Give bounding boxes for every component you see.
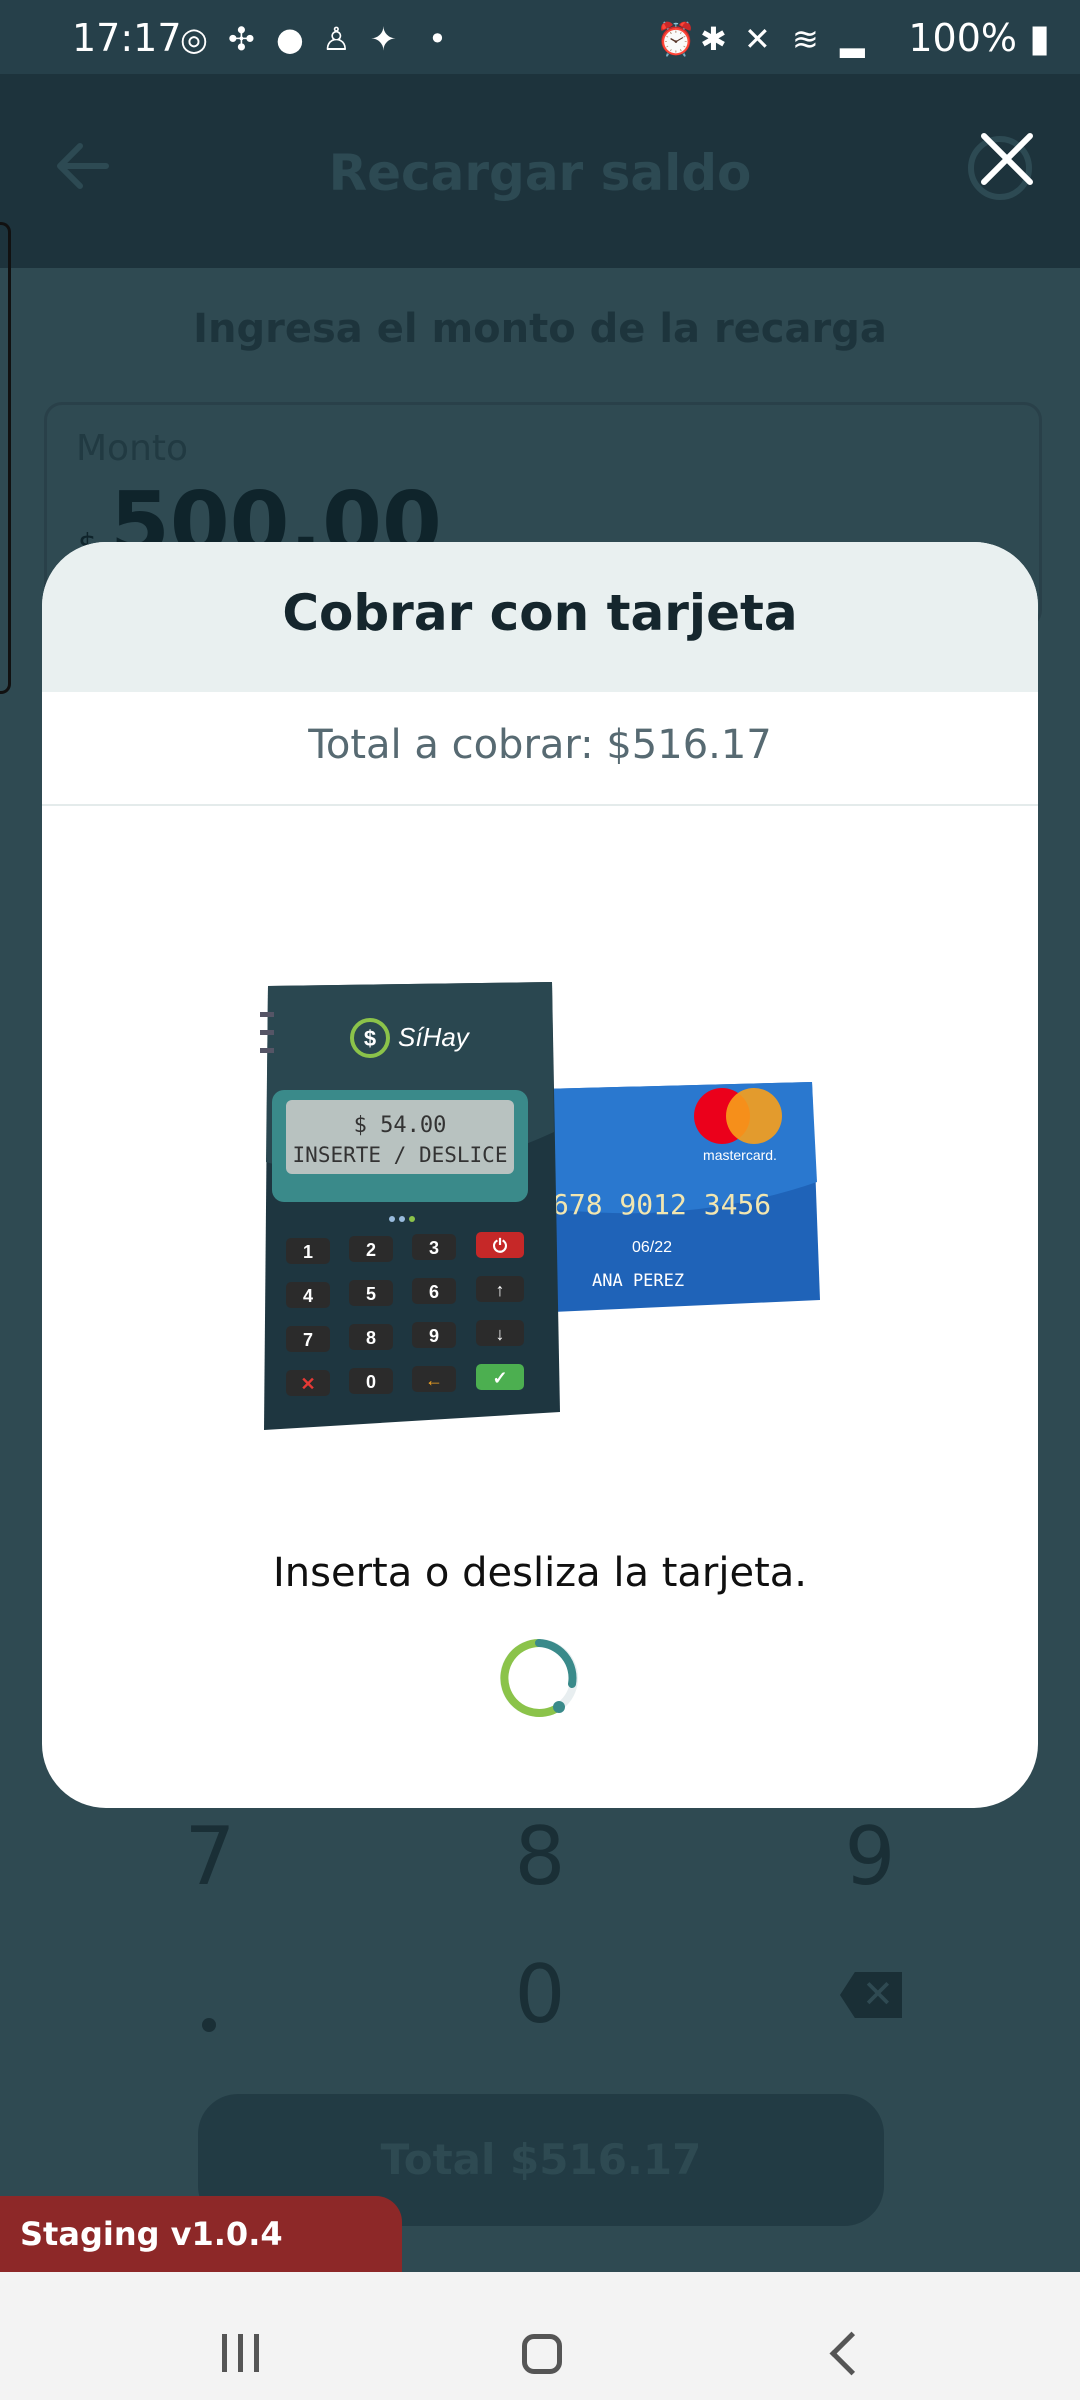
card-terminal-illustration: mastercard. 678 9012 3456 06/22 ANA PERE…	[260, 982, 820, 1430]
keypad-key-7[interactable]: 7	[150, 1810, 270, 1903]
terminal-key-3: 3	[429, 1238, 439, 1258]
loading-spinner	[500, 1639, 578, 1717]
terminal-key-8: 8	[366, 1328, 376, 1348]
card-terminal-graphic: $ SíHay $ 54.00 INSERTE / DESLICE 1 2 3 …	[260, 982, 560, 1430]
snapchat-icon: ♙	[322, 20, 351, 58]
modal-title: Cobrar con tarjeta	[282, 584, 798, 642]
close-icon[interactable]	[974, 126, 1040, 192]
card-expiry: 06/22	[632, 1239, 672, 1256]
divider	[42, 804, 1038, 806]
card-payment-modal: Cobrar con tarjeta Total a cobrar: $516.…	[42, 542, 1038, 1808]
insert-card-message: Inserta o desliza la tarjeta.	[272, 1550, 808, 1596]
terminal-brand: SíHay	[398, 1022, 471, 1052]
svg-text:$: $	[364, 1026, 376, 1051]
side-edge-handle	[0, 222, 11, 694]
staging-badge: Staging v1.0.4 #4194314	[0, 2196, 402, 2329]
terminal-key-6: 6	[429, 1282, 439, 1302]
status-time: 17:17	[72, 16, 182, 60]
status-bar: 17:17 ◎ ✣ ● ♙ ✦ • ⏰ ✱ ✕ ≋ ▂ 100% ▮	[0, 0, 1080, 74]
back-nav-icon[interactable]	[829, 2331, 874, 2376]
terminal-key-9: 9	[429, 1326, 439, 1346]
terminal-key-7: 7	[303, 1330, 313, 1350]
recent-apps-icon[interactable]	[222, 2334, 270, 2376]
svg-text:✓: ✓	[492, 1368, 507, 1388]
backspace-x-glyph: ✕	[862, 1972, 894, 2016]
amount-instruction: Ingresa el monto de la recarga	[193, 306, 887, 352]
home-icon[interactable]	[522, 2334, 562, 2374]
svg-text:↑: ↑	[496, 1280, 505, 1300]
svg-text:⏻: ⏻	[493, 1236, 508, 1256]
keypad-key-0[interactable]: 0	[480, 1948, 600, 2041]
bluetooth-icon: ✱	[700, 20, 727, 58]
terminal-key-0: 0	[366, 1372, 376, 1392]
card-number: 678 9012 3456	[552, 1188, 771, 1221]
keypad-key-9[interactable]: 9	[810, 1810, 930, 1903]
terminal-key-2: 2	[366, 1240, 376, 1260]
terminal-key-5: 5	[366, 1284, 376, 1304]
svg-text:↓: ↓	[496, 1324, 505, 1344]
app-bar: Recargar saldo	[0, 74, 1080, 268]
battery-percent: 100%	[908, 16, 1017, 60]
wifi-icon: ≋	[792, 20, 819, 58]
facebook-icon: ●	[276, 20, 304, 58]
mute-icon: ✕	[744, 20, 771, 58]
signal-icon: ▂	[840, 20, 865, 58]
total-to-charge: Total a cobrar: $516.17	[308, 722, 772, 768]
whatsapp-icon: ◎	[180, 20, 208, 58]
battery-indicator: 100% ▮	[908, 16, 1050, 60]
card-brand: mastercard.	[703, 1147, 777, 1163]
amount-label: Monto	[76, 428, 189, 469]
slack-icon: ✣	[228, 20, 255, 58]
keypad-key-8[interactable]: 8	[480, 1810, 600, 1903]
terminal-key-4: 4	[303, 1286, 313, 1306]
terminal-screen-message: INSERTE / DESLICE	[293, 1143, 508, 1167]
svg-text:←: ←	[425, 1370, 443, 1390]
more-notifications-icon: •	[428, 20, 447, 58]
terminal-screen-amount: $ 54.00	[354, 1113, 447, 1138]
card-holder: ANA PEREZ	[592, 1271, 684, 1291]
alarm-icon: ⏰	[656, 20, 696, 58]
svg-text:✕: ✕	[300, 1374, 315, 1394]
twitter-icon: ✦	[370, 20, 397, 58]
page-title: Recargar saldo	[328, 144, 752, 202]
terminal-key-1: 1	[303, 1242, 313, 1262]
system-nav-bar	[0, 2272, 1080, 2400]
keypad-key-decimal[interactable]	[202, 2018, 216, 2032]
